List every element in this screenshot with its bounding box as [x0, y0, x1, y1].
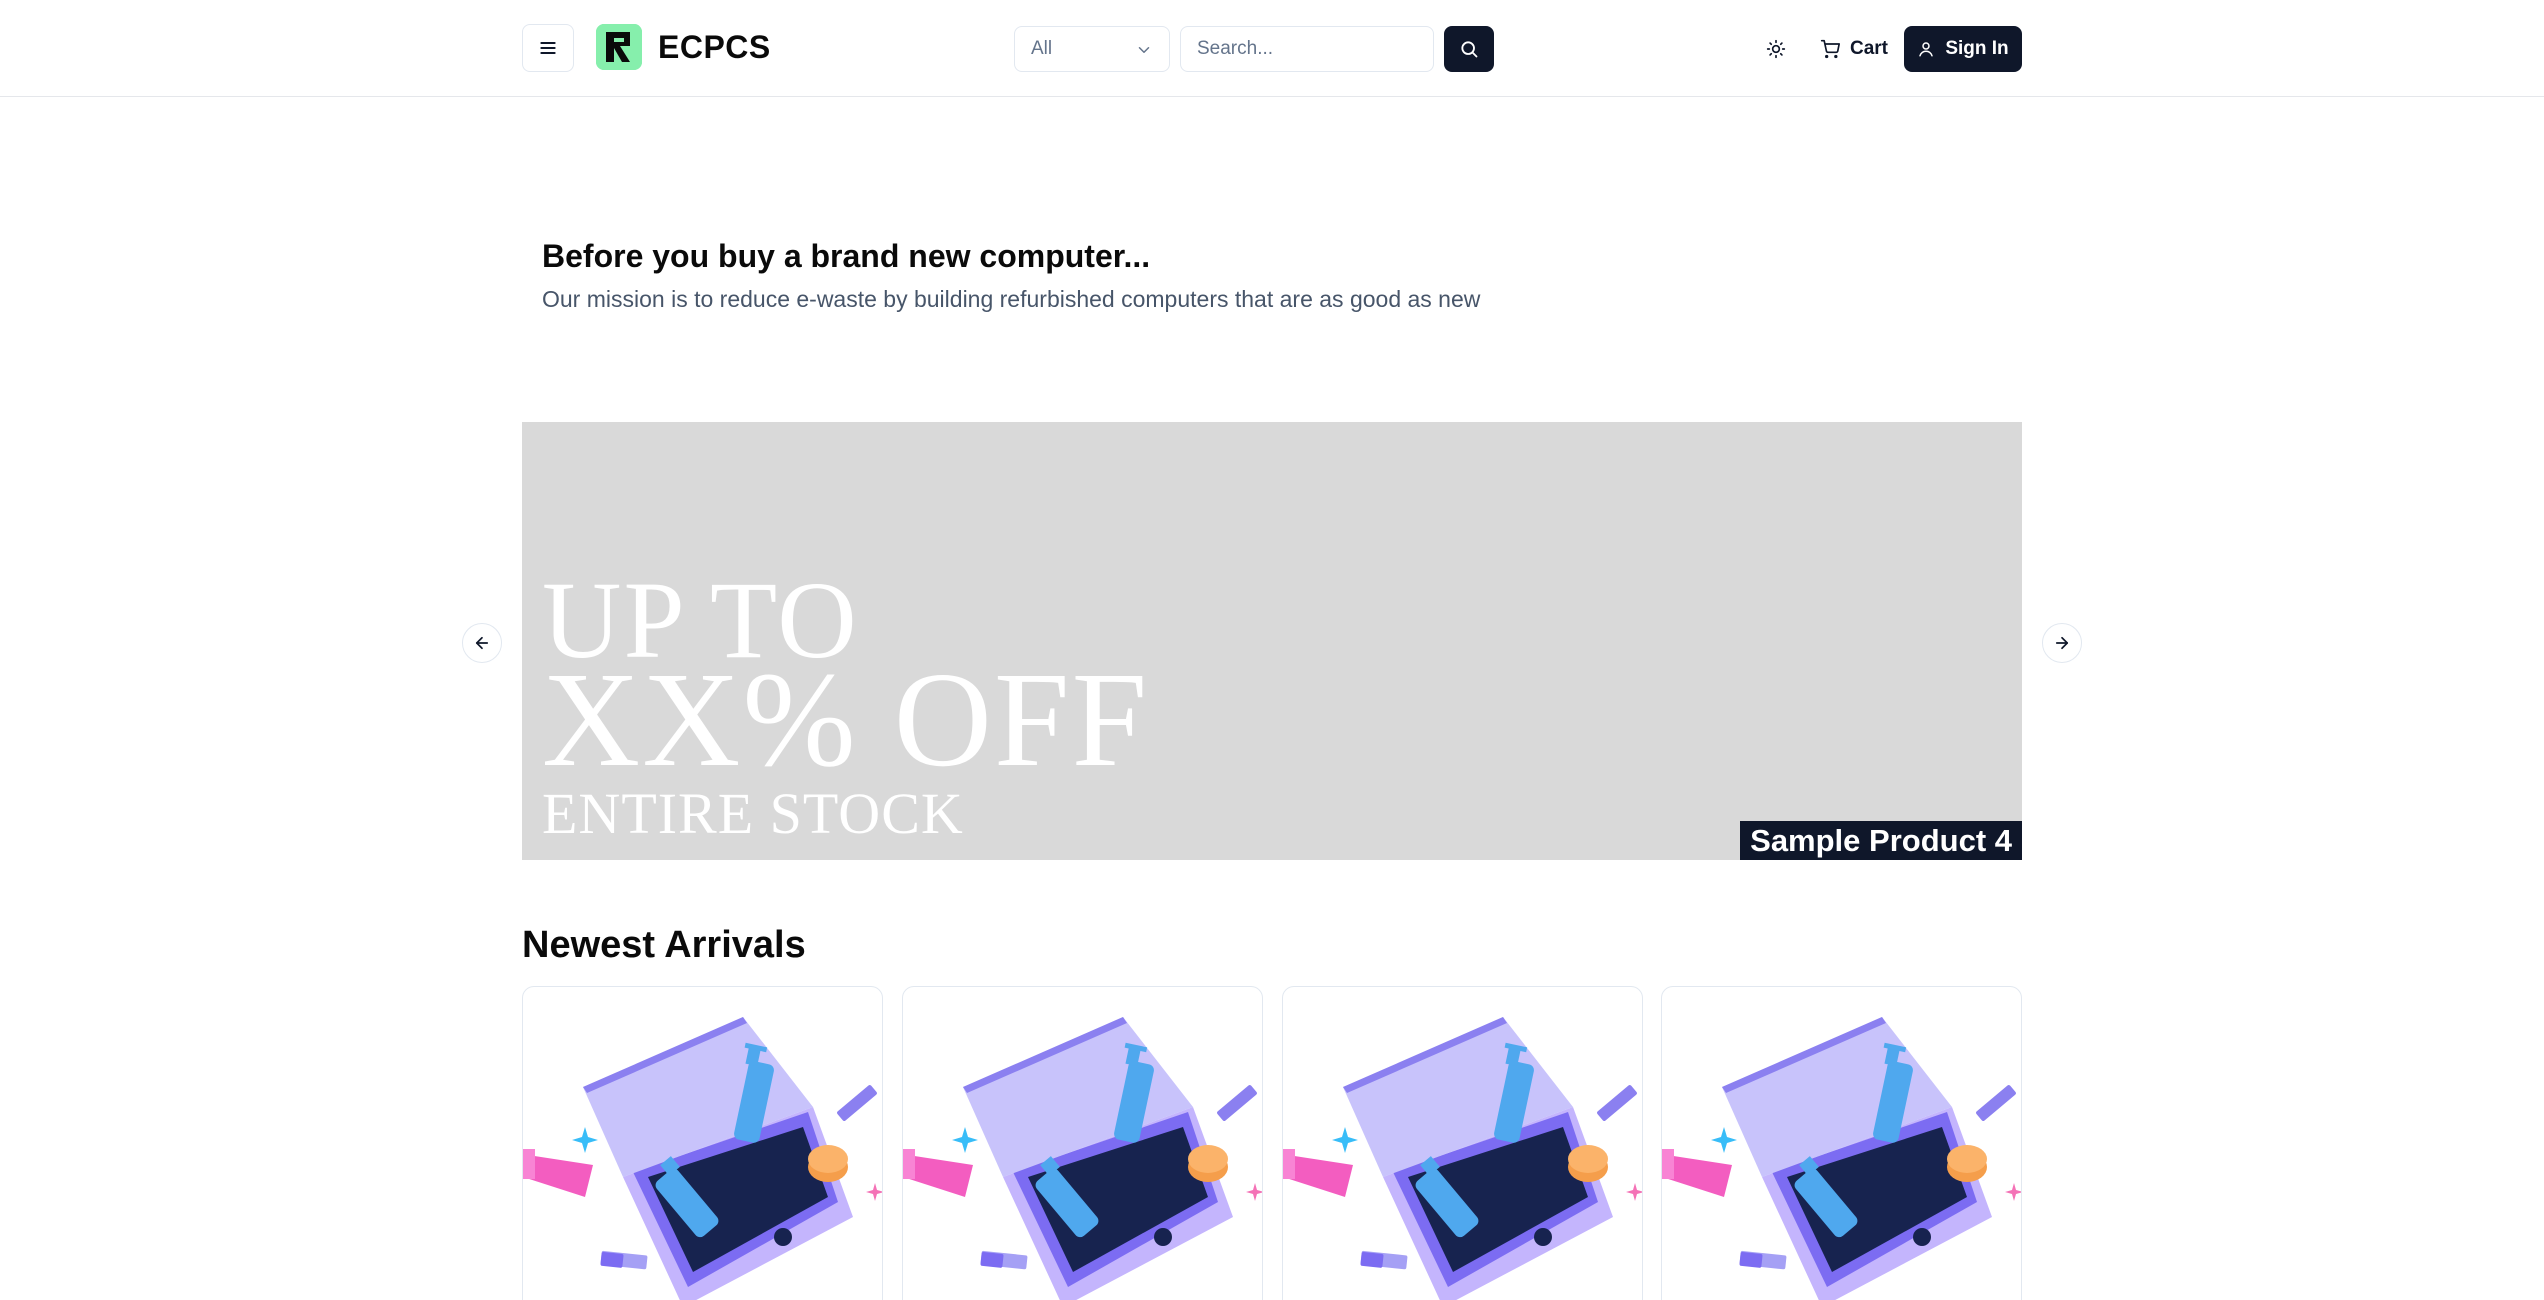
menu-icon	[540, 42, 556, 54]
user-icon	[1919, 42, 1934, 57]
product-box-illustration	[1662, 1017, 2021, 1300]
promo-carousel[interactable]: UP TO XX% OFF ENTIRE STOCK Sample Produc…	[522, 422, 2022, 860]
promo-line-3: ENTIRE STOCK	[542, 781, 964, 846]
product-box-illustration	[1283, 1017, 1642, 1300]
product-card[interactable]	[1282, 986, 1643, 1300]
hero-title: Before you buy a brand new computer...	[542, 238, 1151, 274]
sign-in-label: Sign In	[1945, 38, 2009, 59]
chevron-down-icon	[1138, 47, 1150, 53]
arrow-right-icon	[2055, 636, 2069, 650]
carousel-next-button[interactable]	[2042, 623, 2082, 663]
site-header: ECPCS All Cart Sign In	[0, 0, 2544, 97]
product-card[interactable]	[902, 986, 1263, 1300]
search-icon	[1461, 41, 1478, 58]
sign-in-button[interactable]: Sign In	[1904, 26, 2022, 72]
category-select-value: All	[1031, 38, 1053, 59]
newest-arrivals-title: Newest Arrivals	[522, 924, 806, 966]
product-grid	[522, 986, 2022, 1300]
cart-label: Cart	[1850, 38, 1889, 59]
theme-toggle-button[interactable]	[1756, 26, 1796, 72]
search-button[interactable]	[1444, 26, 1494, 72]
carousel-caption: Sample Product 4	[1740, 821, 2022, 860]
category-select[interactable]: All	[1014, 26, 1170, 72]
search-input[interactable]	[1180, 26, 1434, 72]
hero-subtitle: Our mission is to reduce e-waste by buil…	[542, 286, 1481, 312]
product-card[interactable]	[1661, 986, 2022, 1300]
brand-name[interactable]: ECPCS	[658, 26, 771, 68]
sun-icon	[1766, 39, 1786, 59]
product-box-illustration	[523, 1017, 882, 1300]
cart-icon	[1820, 39, 1840, 59]
menu-button[interactable]	[522, 24, 574, 72]
product-card[interactable]	[522, 986, 883, 1300]
carousel-prev-button[interactable]	[462, 623, 502, 663]
cart-button[interactable]: Cart	[1812, 26, 1896, 72]
logo-icon[interactable]	[596, 24, 642, 70]
product-box-illustration	[903, 1017, 1262, 1300]
promo-line-2: XX% OFF	[542, 645, 1150, 795]
arrow-left-icon	[475, 636, 489, 650]
